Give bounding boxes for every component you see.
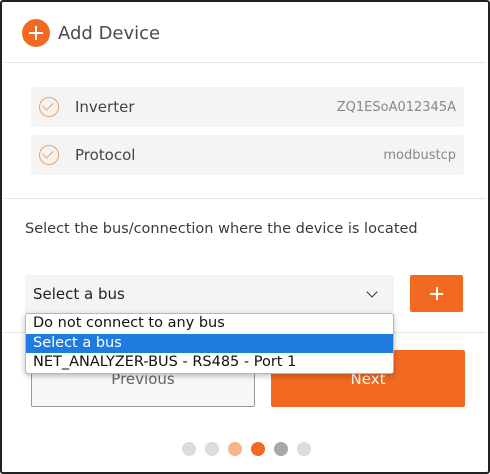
- panel-title: Add Device: [58, 22, 161, 44]
- section-divider: [4, 198, 486, 199]
- add-device-panel: Add Device Inverter ZQ1ESoA012345A Proto…: [0, 0, 490, 474]
- panel-header: Add Device: [22, 18, 160, 48]
- bus-instruction: Select the bus/connection where the devi…: [25, 221, 418, 237]
- pager-dot[interactable]: [274, 442, 288, 456]
- bus-select[interactable]: Select a bus: [25, 275, 394, 313]
- pager-dot[interactable]: [297, 442, 311, 456]
- pager-dot[interactable]: [182, 442, 196, 456]
- bus-option[interactable]: NET_ANALYZER-BUS - RS485 - Port 1: [26, 353, 393, 373]
- bus-option[interactable]: Do not connect to any bus: [26, 314, 393, 334]
- add-circle-icon: [22, 19, 50, 47]
- summary-row-protocol: Protocol modbustcp: [31, 135, 464, 175]
- summary-value: ZQ1ESoA012345A: [336, 99, 456, 115]
- bus-select-value: Select a bus: [33, 285, 125, 303]
- summary-value: modbustcp: [383, 147, 456, 163]
- bus-option-selected[interactable]: Select a bus: [26, 333, 393, 353]
- pager-dots: [182, 442, 320, 456]
- pager-dot[interactable]: [205, 442, 219, 456]
- chevron-down-icon: [366, 286, 378, 298]
- pager-dot-current[interactable]: [251, 442, 265, 456]
- header-divider: [4, 62, 486, 63]
- bus-dropdown-list: Do not connect to any bus Select a bus N…: [25, 313, 394, 374]
- plus-icon-vertical: [436, 287, 438, 300]
- check-circle-icon: [39, 145, 59, 165]
- add-bus-button[interactable]: [410, 275, 463, 312]
- summary-label: Protocol: [75, 146, 136, 164]
- pager-dot[interactable]: [228, 442, 242, 456]
- summary-row-inverter: Inverter ZQ1ESoA012345A: [31, 87, 464, 127]
- check-circle-icon: [39, 97, 59, 117]
- summary-label: Inverter: [75, 98, 135, 116]
